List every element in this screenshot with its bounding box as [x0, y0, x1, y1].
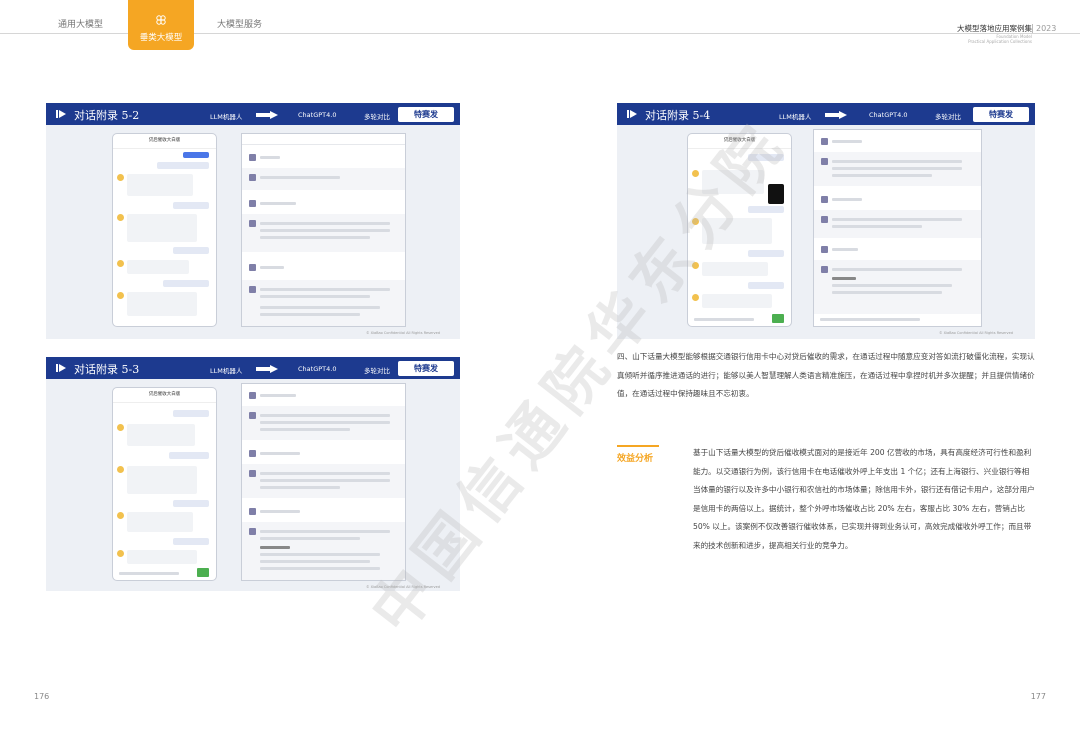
llm-label: LLM机器人 — [210, 113, 243, 121]
play-arrow-icon — [627, 110, 637, 118]
logo: 特赛发 — [398, 107, 454, 122]
benefit-text: 基于山下话量大模型的贷后催收模式面对的是接近年 200 亿营收的市场，具有高度经… — [693, 448, 1035, 550]
arrow-right-icon — [256, 111, 278, 119]
page-number-right: 177 — [1030, 692, 1046, 701]
book-year: 2023 — [1032, 24, 1056, 33]
dialog-appendix-5-2: 对话附录 5-2 LLM机器人 ChatGPT4.0 多轮对比 特赛发 贷后催收… — [46, 103, 460, 339]
case-paragraph: 四、山下话量大模型能够根据交通银行信用卡中心对贷后催收的需求，在通话过程中随意应… — [617, 352, 1035, 398]
panel-title: 对话附录 5-3 — [74, 363, 140, 376]
play-arrow-icon — [56, 364, 66, 372]
chatgpt-window — [241, 133, 406, 327]
chatgpt-label: ChatGPT4.0 — [298, 365, 337, 373]
page-number-left: 176 — [34, 692, 50, 701]
copyright: © XiaBao Confidential All Rights Reserve… — [366, 331, 440, 335]
panel-title: 对话附录 5-2 — [74, 109, 140, 122]
logo: 特赛发 — [973, 107, 1029, 122]
panel-banner: 对话附录 5-2 LLM机器人 ChatGPT4.0 多轮对比 特赛发 — [46, 103, 460, 125]
benefit-accent-line — [617, 445, 659, 447]
arrow-right-icon — [825, 111, 847, 119]
panel-banner: 对话附录 5-3 LLM机器人 ChatGPT4.0 多轮对比 特赛发 — [46, 357, 460, 379]
chatgpt-window — [813, 129, 982, 327]
tab-general-model[interactable]: 通用大模型 — [58, 17, 103, 30]
book-title-block: 大模型落地应用案例集 Foundation Model Practical Ap… — [957, 23, 1032, 44]
book-subtitle-2: Practical Application Collections — [968, 39, 1032, 44]
logo: 特赛发 — [398, 361, 454, 376]
book-title: 大模型落地应用案例集 — [957, 24, 1032, 33]
llm-label: LLM机器人 — [210, 367, 243, 375]
benefit-heading: 效益分析 — [617, 454, 654, 464]
tab-vertical-model[interactable]: 垂类大模型 — [128, 0, 194, 50]
multi-turn-label: 多轮对比 — [364, 367, 390, 375]
model-icon — [156, 15, 166, 25]
arrow-right-icon — [256, 365, 278, 373]
phone-title: 贷后催收大白版 — [113, 388, 216, 403]
multi-turn-label: 多轮对比 — [364, 113, 390, 121]
phone-screen: 贷后催收大白版 — [112, 387, 217, 581]
phone-title: 贷后催收大白版 — [113, 134, 216, 149]
phone-screen: 贷后催收大白版 — [112, 133, 217, 327]
play-arrow-icon — [56, 110, 66, 118]
multi-turn-label: 多轮对比 — [935, 113, 961, 121]
llm-label: LLM机器人 — [779, 113, 812, 121]
chatgpt-label: ChatGPT4.0 — [869, 111, 908, 119]
chatgpt-label: ChatGPT4.0 — [298, 111, 337, 119]
panel-banner: 对话附录 5-4 LLM机器人 ChatGPT4.0 多轮对比 特赛发 — [617, 103, 1035, 125]
tab-model-service[interactable]: 大模型服务 — [217, 17, 262, 30]
panel-title: 对话附录 5-4 — [645, 109, 711, 122]
tab-vertical-model-label: 垂类大模型 — [139, 33, 183, 43]
copyright: © XiaBao Confidential All Rights Reserve… — [939, 331, 1013, 335]
